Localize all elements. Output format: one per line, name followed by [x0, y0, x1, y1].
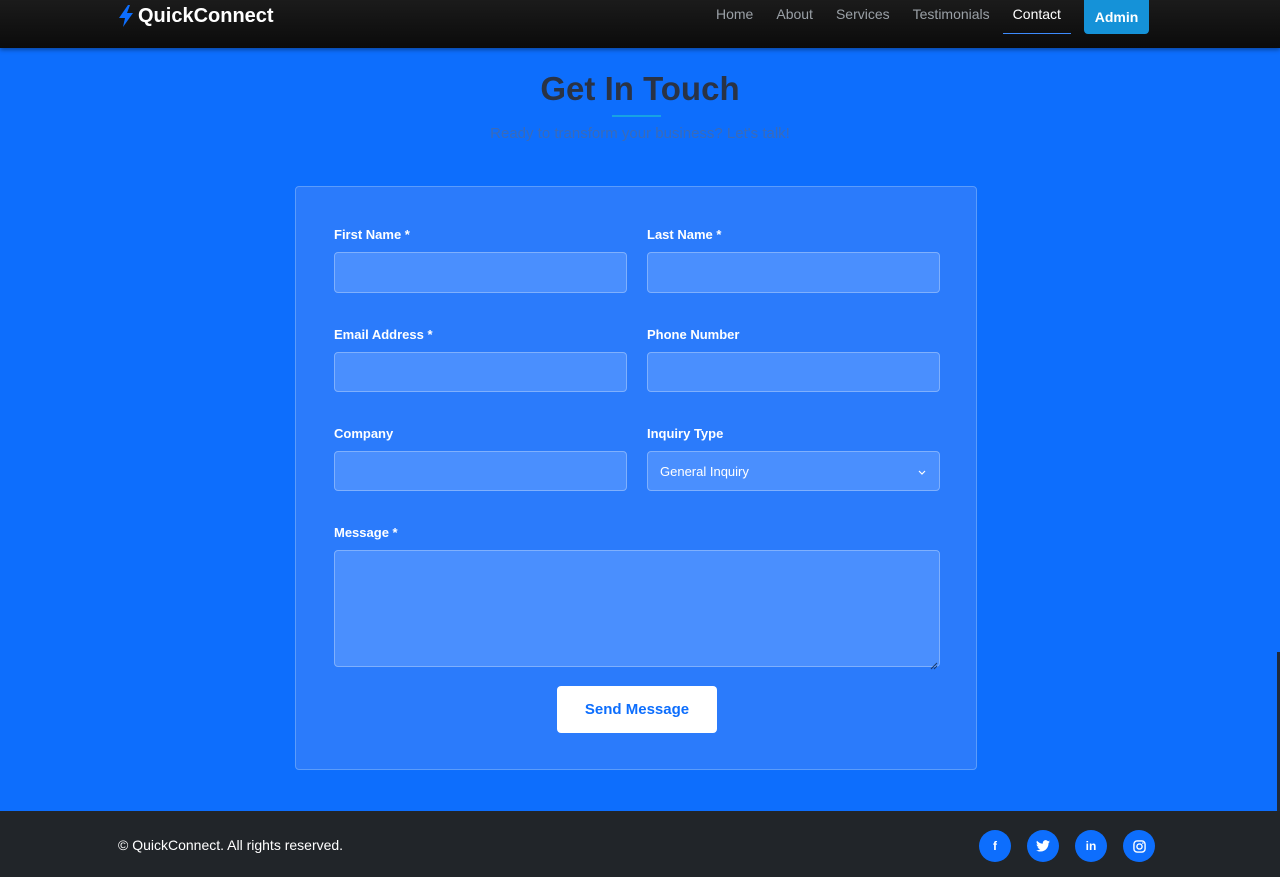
- send-message-button[interactable]: Send Message: [557, 686, 717, 733]
- instagram-icon[interactable]: [1123, 830, 1155, 862]
- nav-link-contact[interactable]: Contact: [1002, 0, 1072, 34]
- nav-link-about[interactable]: About: [766, 0, 823, 34]
- inquiry-type-value: General Inquiry: [660, 463, 749, 479]
- first-name-label: First Name *: [334, 227, 410, 242]
- chevron-down-icon: [917, 465, 927, 475]
- message-label: Message *: [334, 525, 398, 540]
- nav-link-services[interactable]: Services: [826, 0, 900, 34]
- phone-label: Phone Number: [647, 327, 740, 342]
- company-input[interactable]: [334, 451, 627, 491]
- nav-link-home[interactable]: Home: [706, 0, 763, 34]
- linkedin-glyph: in: [1085, 839, 1097, 853]
- first-name-input[interactable]: [334, 252, 627, 293]
- nav-links: Home About Services Testimonials Contact: [706, 0, 1074, 34]
- linkedin-icon[interactable]: in: [1075, 830, 1107, 862]
- brand-name: QuickConnect: [138, 4, 274, 27]
- message-wrapper: [334, 550, 940, 670]
- company-label: Company: [334, 426, 394, 441]
- title-underline: [612, 115, 661, 117]
- facebook-icon[interactable]: f: [979, 830, 1011, 862]
- nav-link-testimonials[interactable]: Testimonials: [903, 0, 1000, 34]
- footer: © QuickConnect. All rights reserved. f i…: [0, 811, 1280, 877]
- twitter-icon[interactable]: [1027, 830, 1059, 862]
- section-subtitle: Ready to transform your business? Let's …: [490, 125, 790, 142]
- brand-logo[interactable]: QuickConnect: [118, 3, 274, 29]
- last-name-input[interactable]: [647, 252, 940, 293]
- email-input[interactable]: [334, 352, 627, 392]
- copyright-text: © QuickConnect. All rights reserved.: [118, 837, 344, 853]
- contact-form: First Name * Last Name * Email Address *…: [295, 186, 977, 770]
- message-textarea[interactable]: [334, 550, 940, 667]
- resize-grip-icon[interactable]: [930, 657, 938, 670]
- facebook-glyph: f: [993, 839, 997, 853]
- email-label: Email Address *: [334, 327, 433, 342]
- inquiry-type-label: Inquiry Type: [647, 426, 724, 441]
- admin-button[interactable]: Admin: [1084, 0, 1149, 34]
- navbar: QuickConnect Home About Services Testimo…: [0, 0, 1280, 48]
- phone-input[interactable]: [647, 352, 940, 392]
- last-name-label: Last Name *: [647, 227, 722, 242]
- section-title: Get In Touch: [540, 70, 740, 107]
- inquiry-type-select[interactable]: General Inquiry: [647, 451, 940, 491]
- bolt-icon: [118, 5, 134, 27]
